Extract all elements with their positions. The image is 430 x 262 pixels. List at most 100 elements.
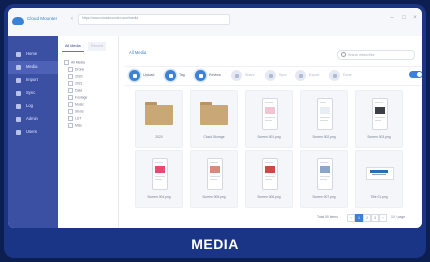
sidebar-item-import[interactable]: Import	[8, 74, 58, 87]
expand-icon	[64, 60, 69, 65]
tree-node-label: Shots	[75, 109, 84, 114]
next-page-icon[interactable]: ›	[379, 214, 387, 222]
import-icon	[16, 78, 21, 83]
sidebar-item-media[interactable]: Media	[8, 61, 58, 74]
search-input[interactable]: Search media files	[337, 50, 415, 60]
app-window: Cloud Mounter ‹ https://www.cloudmounter…	[8, 8, 422, 228]
file-card[interactable]: Title 01.png	[355, 150, 403, 208]
sync-icon	[265, 70, 276, 81]
home-icon	[16, 52, 21, 57]
tree-node[interactable]: Data	[68, 88, 82, 93]
folder-icon	[68, 123, 73, 128]
tree-node[interactable]: 2020	[68, 74, 83, 79]
file-card[interactable]: Screen 007.png	[300, 150, 348, 208]
image-thumbnail	[308, 97, 340, 130]
folder-icon	[68, 88, 73, 93]
page-button[interactable]: 3	[371, 214, 379, 222]
folder-icon	[68, 102, 73, 107]
sidebar: Home Media Import Sync Log Admin Users	[8, 36, 58, 228]
tree-node-label: LUT	[75, 116, 82, 121]
sidebar-item-home[interactable]: Home	[8, 48, 58, 61]
tree-node-label: All Media	[71, 60, 85, 65]
logo-thumbnail	[363, 157, 395, 189]
folder-icon	[68, 67, 73, 72]
sidebar-item-sync[interactable]: Sync	[8, 87, 58, 100]
file-name: Cloud Storage	[203, 135, 225, 139]
file-card[interactable]: Screen 003.png	[355, 90, 403, 148]
file-name: Screen 004.png	[147, 195, 171, 199]
media-main-panel: All Media Search media files Upload Tag …	[119, 36, 422, 228]
minimize-icon[interactable]: –	[388, 14, 396, 22]
tree-node[interactable]: LUT	[68, 116, 81, 121]
page-button[interactable]: 2	[363, 214, 371, 222]
tree-node[interactable]: Footage	[68, 95, 87, 100]
page-button[interactable]: 1	[355, 214, 363, 222]
file-name: Screen 002.png	[312, 135, 336, 139]
app-logo: Cloud Mounter	[12, 15, 66, 29]
tree-node[interactable]: Misc	[68, 123, 82, 128]
done-icon	[329, 70, 340, 81]
file-name: Screen 007.png	[312, 195, 336, 199]
image-thumbnail	[143, 157, 175, 190]
step-label: Review	[209, 73, 221, 77]
tree-node-label: Misc	[75, 123, 82, 128]
file-name: Screen 005.png	[202, 195, 226, 199]
toggle-knob	[417, 72, 422, 77]
cloud-icon	[12, 17, 24, 25]
upload-icon	[129, 70, 140, 81]
page-size-select[interactable]: 10 / page	[391, 215, 405, 219]
url-text: https://www.cloudmounter.com/media	[82, 16, 139, 20]
file-card[interactable]: Cloud Storage	[190, 90, 238, 148]
image-thumbnail	[253, 157, 285, 190]
file-name: Screen 001.png	[257, 135, 281, 139]
file-card[interactable]: Screen 002.png	[300, 90, 348, 148]
sidebar-item-log[interactable]: Log	[8, 100, 58, 113]
back-icon[interactable]: ‹	[68, 15, 76, 23]
view-toggle[interactable]	[409, 71, 422, 78]
step-label: Tag	[179, 73, 185, 77]
tree-node[interactable]: Music	[68, 102, 84, 107]
close-icon[interactable]: ×	[411, 14, 419, 22]
folder-icon	[68, 109, 73, 114]
file-name: Screen 006.png	[257, 195, 281, 199]
tab-all-media[interactable]: All Media	[62, 42, 84, 52]
file-name: Screen 003.png	[367, 135, 391, 139]
tree-node[interactable]: Drone	[68, 67, 84, 72]
folder-icon	[68, 95, 73, 100]
url-bar[interactable]: https://www.cloudmounter.com/media	[78, 14, 230, 25]
app-title: Cloud Mounter	[27, 16, 58, 21]
tree-node[interactable]: Shots	[68, 109, 84, 114]
breadcrumb[interactable]: All Media	[129, 50, 146, 55]
file-card[interactable]: Screen 001.png	[245, 90, 293, 148]
tab-recent[interactable]: Recent	[88, 42, 107, 51]
media-icon	[16, 65, 21, 70]
file-card[interactable]: Screen 005.png	[190, 150, 238, 208]
folder-icon	[143, 97, 175, 129]
step-label: Sync	[279, 73, 287, 77]
tree-node[interactable]: All Media	[64, 60, 85, 65]
tree-node[interactable]: 2021	[68, 81, 83, 86]
tree-node-label: Footage	[75, 95, 88, 100]
file-card[interactable]: Screen 006.png	[245, 150, 293, 208]
tile-label: MEDIA	[191, 236, 239, 252]
sync-icon	[16, 91, 21, 96]
step-label: Share	[245, 73, 255, 77]
admin-icon	[16, 117, 21, 122]
file-card[interactable]: 2020	[135, 90, 183, 148]
image-thumbnail	[198, 157, 230, 190]
sidebar-item-label: Admin	[26, 116, 38, 121]
export-icon	[295, 70, 306, 81]
sidebar-item-admin[interactable]: Admin	[8, 113, 58, 126]
tag-icon	[165, 70, 176, 81]
search-icon	[341, 52, 346, 57]
search-placeholder: Search media files	[348, 52, 375, 57]
tree-node-label: Drone	[75, 67, 85, 72]
folder-icon	[68, 74, 73, 79]
file-card[interactable]: Screen 004.png	[135, 150, 183, 208]
tree-node-label: 2020	[75, 74, 83, 79]
step-label: Upload	[143, 73, 155, 77]
prev-page-icon[interactable]: ‹	[347, 214, 355, 222]
sidebar-item-users[interactable]: Users	[8, 126, 58, 139]
folder-tree-panel: All Media Recent All Media Drone 2020 20…	[58, 36, 119, 228]
maximize-icon[interactable]: □	[400, 14, 408, 22]
